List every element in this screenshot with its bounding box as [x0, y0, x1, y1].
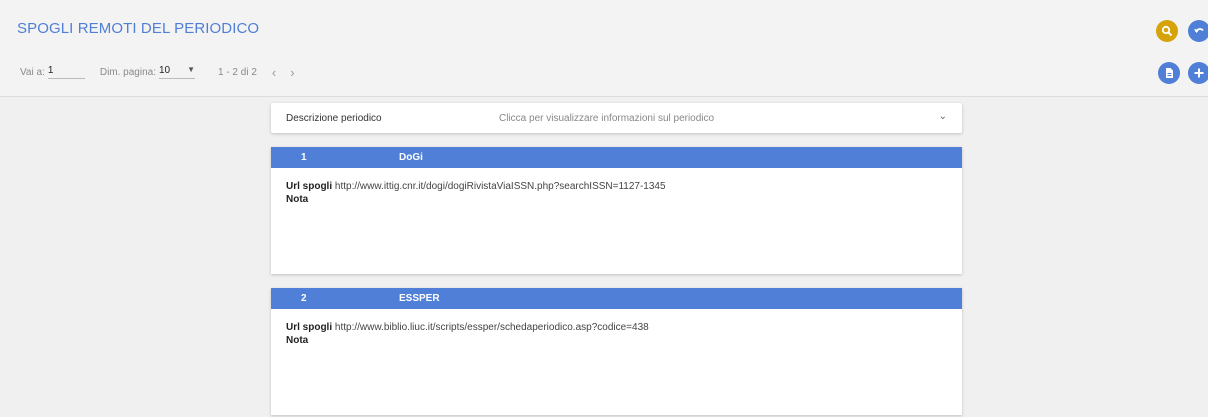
back-button[interactable]: [1188, 20, 1208, 42]
pager: Vai a: 1 Dim. pagina: 10 ▼ 1 - 2 di 2 ‹ …: [20, 64, 295, 80]
page-range: 1 - 2 di 2: [217, 66, 257, 78]
note-label: Nota: [286, 194, 309, 205]
record-header: 2 ESSPER: [271, 288, 962, 309]
undo-icon: [1194, 28, 1204, 33]
record-index: 1: [301, 152, 307, 163]
document-icon: [1166, 68, 1173, 78]
url-label: Url spogli: [286, 322, 335, 333]
description-panel[interactable]: Descrizione periodico Clicca per visuali…: [271, 103, 962, 133]
document-button[interactable]: [1158, 62, 1180, 84]
plus-icon: [1194, 68, 1204, 78]
record-header: 1 DoGi: [271, 147, 962, 168]
record-index: 2: [301, 293, 307, 304]
page-title: SPOGLI REMOTI DEL PERIODICO: [17, 20, 260, 37]
record-name: DoGi: [399, 152, 423, 163]
record-name: ESSPER: [399, 293, 440, 304]
url-row: Url spogli http://www.ittig.cnr.it/dogi/…: [286, 180, 947, 193]
record-body: Url spogli http://www.ittig.cnr.it/dogi/…: [271, 168, 962, 218]
url-value[interactable]: http://www.biblio.liuc.it/scripts/essper…: [335, 322, 649, 333]
description-label: Descrizione periodico: [286, 112, 382, 124]
url-label: Url spogli: [286, 181, 335, 192]
goto-label: Vai a:: [20, 66, 45, 78]
record-card: 2 ESSPER Url spogli http://www.biblio.li…: [271, 288, 962, 415]
chevron-right-icon[interactable]: ›: [290, 65, 294, 80]
url-value[interactable]: http://www.ittig.cnr.it/dogi/dogiRivista…: [335, 181, 666, 192]
chevron-left-icon[interactable]: ‹: [272, 65, 276, 80]
page-size-value: 10: [158, 65, 171, 76]
page-size-label: Dim. pagina:: [99, 66, 156, 78]
top-bar: SPOGLI REMOTI DEL PERIODICO Vai a: 1 Dim…: [0, 0, 1208, 97]
url-row: Url spogli http://www.biblio.liuc.it/scr…: [286, 321, 947, 334]
page-size-group: Dim. pagina: 10 ▼: [100, 65, 195, 79]
record-body: Url spogli http://www.biblio.liuc.it/scr…: [271, 309, 962, 359]
caret-down-icon: ▼: [187, 65, 195, 74]
description-hint: Clicca per visualizzare informazioni sul…: [499, 112, 715, 124]
page-size-select[interactable]: 10 ▼: [158, 65, 195, 79]
goto-page-input[interactable]: 1: [47, 65, 85, 79]
chevron-down-icon[interactable]: ⌄: [939, 111, 947, 122]
search-button[interactable]: [1156, 20, 1178, 42]
search-icon: [1161, 25, 1173, 37]
note-label: Nota: [286, 335, 309, 346]
add-button[interactable]: [1188, 62, 1208, 84]
record-card: 1 DoGi Url spogli http://www.ittig.cnr.i…: [271, 147, 962, 274]
